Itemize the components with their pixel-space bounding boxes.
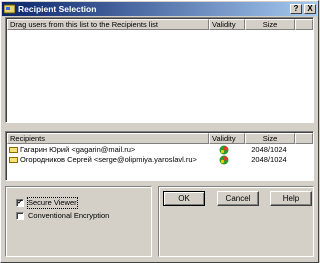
recipient-selection-dialog: Recipient Selection ? X Drag users from …: [0, 0, 319, 263]
app-icon: [4, 4, 15, 14]
cancel-button[interactable]: Cancel: [217, 191, 259, 206]
conventional-encryption-checkbox[interactable]: [16, 212, 24, 220]
column-header-recipients[interactable]: Recipients: [7, 133, 209, 144]
column-header-validity[interactable]: Validity: [209, 133, 245, 144]
column-header-filler: [295, 133, 313, 144]
column-header-size[interactable]: Size: [245, 133, 295, 144]
conventional-encryption-label[interactable]: Conventional Encryption: [28, 211, 109, 221]
close-icon: X: [307, 4, 313, 13]
list-item[interactable]: Огородников Сергей <serge@olipmiya.yaros…: [8, 155, 308, 165]
secure-viewer-label[interactable]: Secure Viewer: [27, 197, 78, 209]
valid-key-icon: [219, 145, 229, 155]
options-panel: ✓ Secure Viewer Conventional Encryption: [5, 186, 152, 257]
available-users-list[interactable]: Drag users from this list to the Recipie…: [5, 17, 314, 123]
secure-viewer-checkbox[interactable]: ✓: [16, 199, 24, 207]
recipient-size: 2048/1024: [251, 145, 287, 154]
column-header-filler: [295, 19, 313, 30]
column-header-validity[interactable]: Validity: [209, 19, 245, 30]
recipient-name: Огородников Сергей <serge@olipmiya.yaros…: [20, 155, 197, 164]
list-item[interactable]: Гагарин Юрий <gagarin@mail.ru> 2048/1024: [8, 145, 308, 155]
title-bar[interactable]: Recipient Selection ? X: [2, 2, 317, 16]
recipient-size: 2048/1024: [251, 155, 287, 164]
recipients-list[interactable]: Recipients Validity Size Гагарин Юрий <g…: [5, 131, 314, 181]
recipient-name: Гагарин Юрий <gagarin@mail.ru>: [20, 145, 136, 154]
window-title: Recipient Selection: [18, 4, 97, 14]
column-header-users[interactable]: Drag users from this list to the Recipie…: [7, 19, 209, 30]
help-button[interactable]: Help: [270, 191, 312, 206]
ok-button[interactable]: OK: [163, 191, 205, 206]
valid-key-icon: [219, 155, 229, 165]
column-header-size[interactable]: Size: [245, 19, 295, 30]
help-title-button[interactable]: ?: [290, 4, 302, 14]
close-button[interactable]: X: [304, 4, 316, 14]
